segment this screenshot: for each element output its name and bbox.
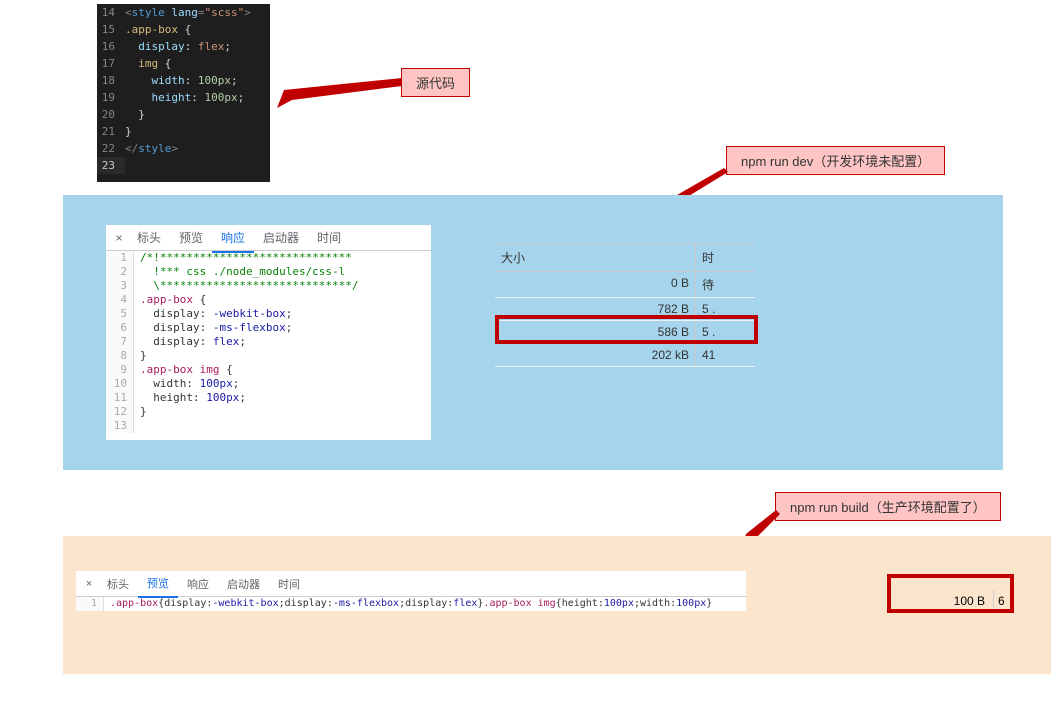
tab-headers[interactable]: 标头 bbox=[98, 572, 138, 596]
tab-response[interactable]: 响应 bbox=[178, 572, 218, 596]
arrow-to-source bbox=[272, 78, 404, 108]
network-size-table: 大小 时 0 B待782 B5 .586 B5 .202 kB41 bbox=[495, 243, 755, 367]
close-icon[interactable]: × bbox=[80, 578, 98, 590]
highlight-box-dev bbox=[495, 315, 758, 344]
source-code-editor: 14<style lang="scss">15.app-box {16 disp… bbox=[97, 4, 270, 182]
callout-source: 源代码 bbox=[401, 68, 470, 97]
table-header: 大小 时 bbox=[495, 243, 755, 272]
table-row[interactable]: 0 B待 bbox=[495, 272, 755, 298]
close-icon[interactable]: × bbox=[110, 231, 128, 245]
tab-timing[interactable]: 时间 bbox=[308, 225, 350, 250]
table-row[interactable]: 202 kB41 bbox=[495, 344, 755, 367]
dev-panel: × 标头 预览 响应 启动器 时间 1/*!******************… bbox=[63, 195, 1003, 470]
devtools-build-panel: × 标头 预览 响应 启动器 时间 1.app-box{display:-web… bbox=[76, 571, 746, 611]
col-size[interactable]: 大小 bbox=[495, 244, 695, 271]
devtools-response-panel: × 标头 预览 响应 启动器 时间 1/*!******************… bbox=[106, 225, 431, 440]
build-panel: × 标头 预览 响应 启动器 时间 1.app-box{display:-web… bbox=[63, 536, 1051, 674]
devtools-tabs-build: × 标头 预览 响应 启动器 时间 bbox=[76, 571, 746, 597]
tab-preview[interactable]: 预览 bbox=[138, 571, 178, 598]
callout-dev: npm run dev（开发环境未配置） bbox=[726, 146, 945, 175]
callout-build: npm run build（生产环境配置了） bbox=[775, 492, 1001, 521]
tab-initiator[interactable]: 启动器 bbox=[254, 225, 308, 250]
tab-headers[interactable]: 标头 bbox=[128, 225, 170, 250]
tab-response[interactable]: 响应 bbox=[212, 225, 254, 253]
col-time[interactable]: 时 bbox=[695, 244, 745, 271]
highlight-box-build bbox=[887, 574, 1014, 613]
tab-preview[interactable]: 预览 bbox=[170, 225, 212, 250]
devtools-tabs: × 标头 预览 响应 启动器 时间 bbox=[106, 225, 431, 251]
tab-timing[interactable]: 时间 bbox=[269, 572, 309, 596]
response-code[interactable]: 1/*!*****************************2 !*** … bbox=[106, 251, 431, 433]
response-code-build[interactable]: 1.app-box{display:-webkit-box;display:-m… bbox=[76, 597, 746, 611]
tab-initiator[interactable]: 启动器 bbox=[218, 572, 269, 596]
